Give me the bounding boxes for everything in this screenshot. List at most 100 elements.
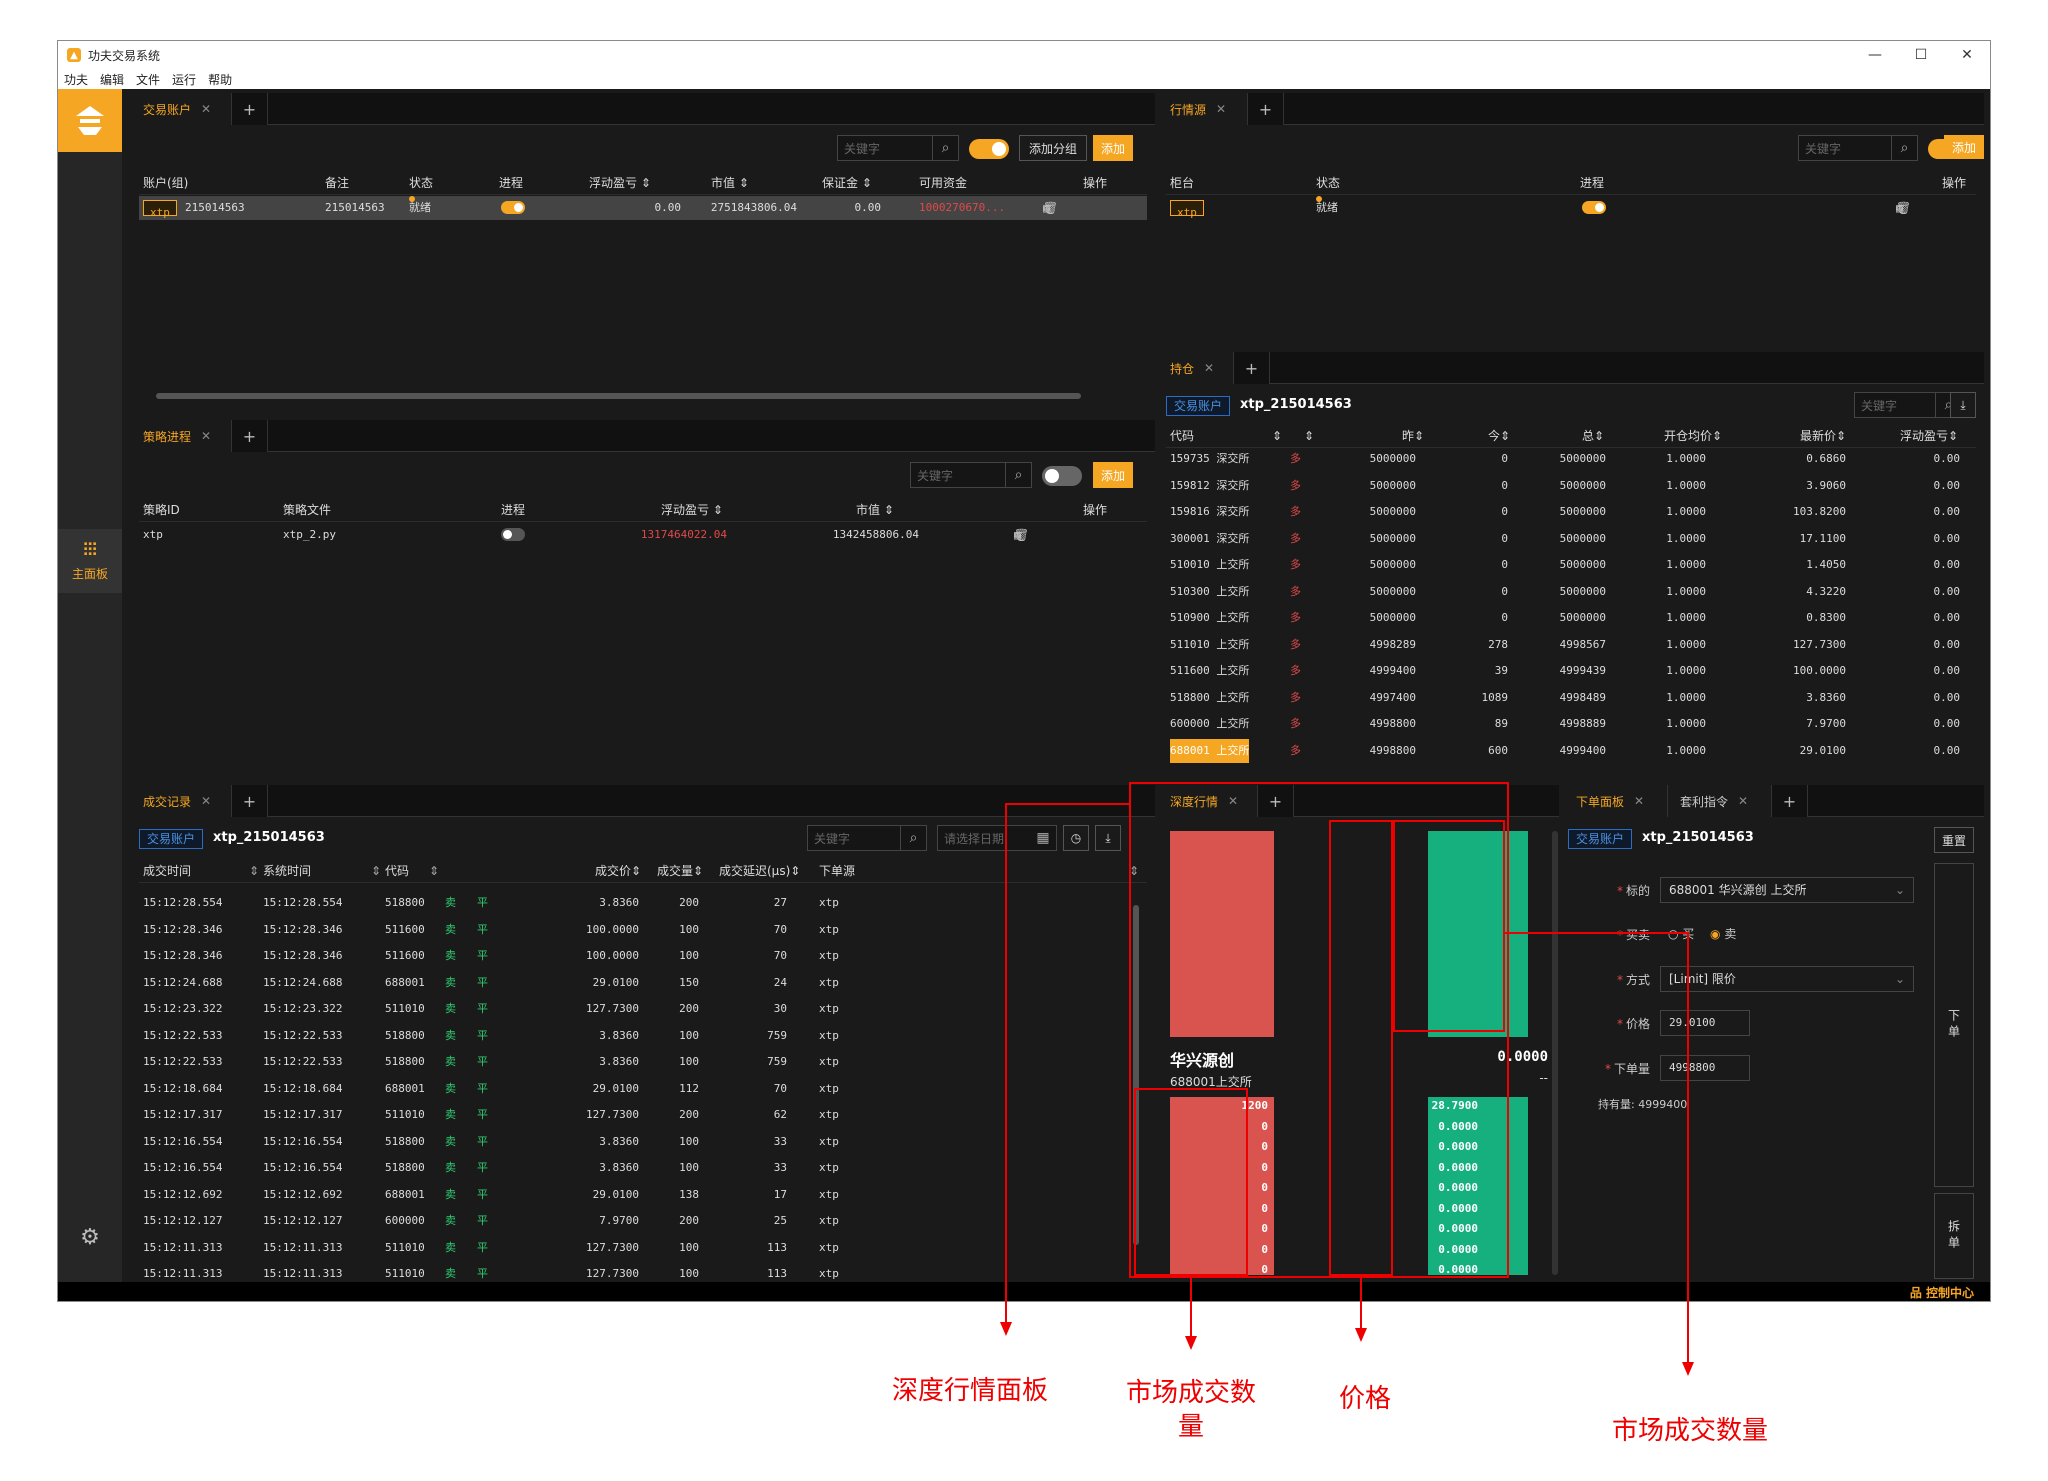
add-group-button[interactable]: 添加分组	[1019, 135, 1087, 161]
menu-item-run[interactable]: 运行	[172, 71, 196, 88]
split-order-button[interactable]: 拆单	[1934, 1193, 1974, 1279]
table-row[interactable]: 511010 上交所多 4998289 278 4998567 1.0000 127.73…	[1166, 633, 1976, 657]
tab-positions[interactable]: 持仓 ✕	[1158, 352, 1234, 384]
trash-icon[interactable]: 🗑	[1043, 196, 1072, 220]
table-row[interactable]: 688001 上交所多 4998800 600 4999400 1.0000 29.010…	[1166, 738, 1976, 763]
table-row[interactable]: 15:12:22.533 15:12:22.533 518800 卖平 3.8360 10…	[139, 1050, 1147, 1074]
settings-gear-icon[interactable]: ⚙	[76, 1224, 104, 1252]
search-icon[interactable]: ⌕	[900, 826, 926, 850]
table-row[interactable]: 15:12:28.346 15:12:28.346 511600 卖平 100.0000…	[139, 918, 1147, 942]
horizontal-scrollbar[interactable]	[156, 393, 1081, 399]
volume-input[interactable]: 4998800	[1660, 1055, 1750, 1081]
table-row[interactable]: 15:12:23.322 15:12:23.322 511010 卖平 127.7300…	[139, 997, 1147, 1021]
date-picker-input[interactable]: 请选择日期 ▦	[937, 825, 1057, 851]
add-market-source-button[interactable]: 添加	[1944, 135, 1984, 159]
market-search-input[interactable]: 关键字 ⌕	[1798, 135, 1918, 161]
maximize-icon[interactable]: ☐	[1898, 41, 1944, 69]
table-row[interactable]: 15:12:12.127 15:12:12.127 600000 卖平 7.9700 20…	[139, 1209, 1147, 1233]
table-row[interactable]: 15:12:28.346 15:12:28.346 511600 卖平 100.0000…	[139, 944, 1147, 968]
tab-arbitrage[interactable]: 套利指令 ✕	[1668, 785, 1772, 817]
download-icon[interactable]: ⤓	[1095, 825, 1121, 851]
side-sell-radio[interactable]: ◉ 卖	[1710, 925, 1736, 942]
menu-item-kungfu[interactable]: 功夫	[64, 71, 88, 88]
price-input[interactable]: 29.0100	[1660, 1010, 1750, 1036]
table-row[interactable]: 15:12:18.684 15:12:18.684 688001 卖平 29.0100 1…	[139, 1077, 1147, 1101]
table-row[interactable]: 15:12:17.317 15:12:17.317 511010 卖平 127.7300…	[139, 1103, 1147, 1127]
add-tab-button[interactable]: +	[232, 785, 268, 817]
menu-item-file[interactable]: 文件	[136, 71, 160, 88]
add-tab-button[interactable]: +	[232, 93, 268, 125]
add-strategy-button[interactable]: 添加	[1093, 462, 1133, 488]
table-row[interactable]: 15:12:11.313 15:12:11.313 511010 卖平 127.7300…	[139, 1262, 1147, 1284]
submit-order-button[interactable]: 下单	[1934, 863, 1974, 1187]
tab-accounts[interactable]: 交易账户 ✕	[131, 93, 232, 125]
table-row[interactable]: 510010 上交所多 5000000 0 5000000 1.0000 1.4050 0.…	[1166, 553, 1976, 577]
close-tab-icon[interactable]: ✕	[201, 794, 211, 808]
trash-icon[interactable]: 🗑	[1896, 196, 1925, 220]
table-row[interactable]: 15:12:11.313 15:12:11.313 511010 卖平 127.7300…	[139, 1236, 1147, 1260]
process-toggle[interactable]	[501, 201, 525, 214]
table-row[interactable]: 600000 上交所多 4998800 89 4998889 1.0000 7.9700 0…	[1166, 712, 1976, 736]
table-row[interactable]: xtp 215014563 215014563 就绪 0.00 27518438…	[139, 196, 1147, 220]
table-row[interactable]: 159816 深交所多 5000000 0 5000000 1.0000 103.8200…	[1166, 500, 1976, 524]
trash-icon[interactable]: 🗑	[1014, 523, 1043, 547]
table-row[interactable]: xtp xtp_2.py 1317464022.04 1342458806.04…	[139, 523, 1147, 547]
table-row[interactable]: 15:12:28.554 15:12:28.554 518800 卖平 3.8360 20…	[139, 891, 1147, 915]
trades-search-input[interactable]: 关键字 ⌕	[807, 825, 927, 851]
sort-icon[interactable]: ⇕	[429, 859, 439, 883]
download-icon[interactable]: ⤓	[1950, 392, 1976, 418]
accounts-search-input[interactable]: 关键字 ⌕	[837, 135, 959, 161]
instrument-select[interactable]: 688001 华兴源创 上交所 ⌄	[1660, 877, 1914, 903]
add-account-button[interactable]: 添加	[1093, 135, 1133, 161]
strategy-search-input[interactable]: 关键字 ⌕	[910, 462, 1032, 488]
table-row[interactable]: 511600 上交所多 4999400 39 4999439 1.0000 100.000…	[1166, 659, 1976, 683]
order-method-select[interactable]: [Limit] 限价 ⌄	[1660, 966, 1914, 992]
sort-icon[interactable]: ⇕	[371, 859, 381, 883]
table-row[interactable]: 300001 深交所多 5000000 0 5000000 1.0000 17.1100 0…	[1166, 527, 1976, 551]
table-row[interactable]: 15:12:12.692 15:12:12.692 688001 卖平 29.0100 1…	[139, 1183, 1147, 1207]
tab-order[interactable]: 下单面板 ✕	[1564, 785, 1668, 817]
minimize-icon[interactable]: —	[1852, 41, 1898, 69]
table-row[interactable]: 159812 深交所多 5000000 0 5000000 1.0000 3.9060 0.…	[1166, 474, 1976, 498]
add-tab-button[interactable]: +	[232, 420, 268, 452]
close-tab-icon[interactable]: ✕	[1738, 794, 1748, 808]
tab-market-source[interactable]: 行情源 ✕	[1158, 93, 1248, 125]
tab-trades[interactable]: 成交记录 ✕	[131, 785, 232, 817]
search-icon[interactable]: ⌕	[1005, 463, 1031, 487]
history-clock-icon[interactable]: ◷	[1063, 825, 1089, 851]
menu-item-edit[interactable]: 编辑	[100, 71, 124, 88]
close-tab-icon[interactable]: ✕	[1634, 794, 1644, 808]
add-tab-button[interactable]: +	[1234, 352, 1270, 384]
table-row[interactable]: 510300 上交所多 5000000 0 5000000 1.0000 4.3220 0.…	[1166, 580, 1976, 604]
sort-icon[interactable]: ⇕	[249, 859, 259, 883]
table-row[interactable]: xtp 就绪 ▤ ⚙ 🗑	[1166, 196, 1976, 220]
process-toggle[interactable]	[501, 528, 525, 541]
vertical-scrollbar[interactable]	[1552, 831, 1558, 1275]
table-row[interactable]: 518800 上交所多 4997400 1089 4998489 1.0000 3.836…	[1166, 686, 1976, 710]
menu-item-help[interactable]: 帮助	[208, 71, 232, 88]
table-row[interactable]: 15:12:24.688 15:12:24.688 688001 卖平 29.0100 1…	[139, 971, 1147, 995]
tab-strategy[interactable]: 策略进程 ✕	[131, 420, 232, 452]
add-tab-button[interactable]: +	[1772, 785, 1808, 817]
close-tab-icon[interactable]: ✕	[201, 429, 211, 443]
close-tab-icon[interactable]: ✕	[201, 102, 211, 116]
search-icon[interactable]: ⌕	[1891, 136, 1917, 160]
search-icon[interactable]: ⌕	[932, 136, 958, 160]
calendar-icon[interactable]: ▦	[1030, 826, 1056, 850]
table-row[interactable]: 510900 上交所多 5000000 0 5000000 1.0000 0.8300 0.…	[1166, 606, 1976, 630]
table-row[interactable]: 15:12:16.554 15:12:16.554 518800 卖平 3.8360 10…	[139, 1156, 1147, 1180]
close-icon[interactable]: ✕	[1944, 41, 1990, 69]
table-row[interactable]: 15:12:16.554 15:12:16.554 518800 卖平 3.8360 10…	[139, 1130, 1147, 1154]
table-row[interactable]: 159735 深交所多 5000000 0 5000000 1.0000 0.6860 0.…	[1166, 447, 1976, 471]
control-center-link[interactable]: 品 控制中心	[1910, 1284, 1974, 1301]
close-tab-icon[interactable]: ✕	[1204, 361, 1214, 375]
process-toggle[interactable]	[1582, 201, 1606, 214]
strategy-master-toggle[interactable]	[1042, 466, 1082, 486]
close-tab-icon[interactable]: ✕	[1216, 102, 1226, 116]
positions-search-input[interactable]: 关键字 ⌕	[1854, 392, 1962, 418]
table-row[interactable]: 15:12:22.533 15:12:22.533 518800 卖平 3.8360 10…	[139, 1024, 1147, 1048]
accounts-master-toggle[interactable]	[969, 139, 1009, 159]
add-tab-button[interactable]: +	[1248, 93, 1284, 125]
sidebar-item-main-panel[interactable]: ⫶⫶⫶ 主面板	[58, 529, 122, 593]
reset-button[interactable]: 重置	[1934, 827, 1974, 853]
